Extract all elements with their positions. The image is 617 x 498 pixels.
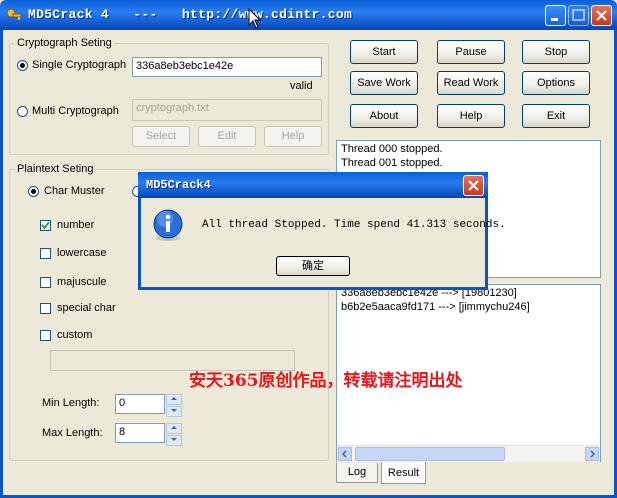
maximize-button[interactable]: [568, 5, 589, 26]
majuscule-checkbox[interactable]: [40, 277, 51, 288]
title-bar[interactable]: MD5Crack 4 --- http://www.cdintr.com: [0, 0, 617, 30]
tab-result[interactable]: Result: [381, 462, 426, 484]
ok-button-label: 确定: [302, 260, 324, 272]
valid-status: valid: [290, 80, 313, 92]
spin-down-icon[interactable]: [166, 435, 182, 446]
pause-button[interactable]: Pause: [437, 40, 505, 64]
cryptograph-group-label: Cryptograph Seting: [15, 37, 114, 49]
tab-log[interactable]: Log: [336, 463, 378, 483]
spin-up-icon[interactable]: [166, 394, 182, 405]
exit-button[interactable]: Exit: [522, 104, 590, 128]
ok-button[interactable]: 确定: [276, 256, 350, 276]
number-label[interactable]: number: [57, 219, 94, 231]
select-button[interactable]: Select: [132, 126, 190, 147]
info-icon: [151, 208, 185, 242]
single-cryptograph-radio[interactable]: [17, 60, 28, 71]
watermark-text: 安天365原创作品，转载请注明出处: [189, 371, 463, 391]
number-checkbox[interactable]: [40, 220, 51, 231]
options-button[interactable]: Options: [522, 71, 590, 95]
majuscule-label[interactable]: majuscule: [57, 276, 107, 288]
multi-cryptograph-file-input[interactable]: cryptograph.txt: [132, 99, 322, 121]
max-length-spinner[interactable]: [166, 423, 182, 446]
multi-cryptograph-label[interactable]: Multi Cryptograph: [32, 105, 119, 117]
dialog-title-bar[interactable]: MD5Crack4: [138, 172, 488, 198]
stop-button[interactable]: Stop: [522, 40, 590, 64]
special-char-label[interactable]: special char: [57, 302, 116, 314]
start-button[interactable]: Start: [350, 40, 418, 64]
horizontal-scrollbar[interactable]: [337, 445, 600, 462]
app-key-icon: [6, 7, 22, 23]
help-button[interactable]: Help: [437, 104, 505, 128]
spin-down-icon[interactable]: [166, 406, 182, 417]
single-cryptograph-label[interactable]: Single Cryptograph: [32, 59, 126, 71]
multi-cryptograph-radio[interactable]: [17, 106, 28, 117]
read-work-button[interactable]: Read Work: [437, 71, 505, 95]
char-muster-label[interactable]: Char Muster: [44, 185, 105, 197]
spin-up-icon[interactable]: [166, 423, 182, 434]
log-line: Thread 001 stopped.: [341, 157, 443, 169]
close-button[interactable]: [591, 5, 612, 26]
char-muster-radio[interactable]: [28, 186, 39, 197]
scroll-thumb[interactable]: [355, 447, 505, 461]
plaintext-group-label: Plaintext Seting: [15, 163, 96, 175]
dialog-message: All thread Stopped. Time spend 41.313 se…: [202, 219, 506, 231]
max-length-label: Max Length:: [42, 427, 103, 439]
window-title: MD5Crack 4 --- http://www.cdintr.com: [28, 7, 353, 22]
custom-label[interactable]: custom: [57, 329, 92, 341]
log-line: Thread 000 stopped.: [341, 143, 443, 155]
scroll-right-icon[interactable]: [585, 447, 599, 461]
save-work-button[interactable]: Save Work: [350, 71, 418, 95]
about-button[interactable]: About: [350, 104, 418, 128]
min-length-label: Min Length:: [42, 397, 100, 409]
min-length-input[interactable]: 0: [115, 394, 165, 414]
mouse-cursor-icon: [248, 7, 262, 30]
dialog-title: MD5Crack4: [146, 178, 211, 192]
minimize-button[interactable]: [545, 5, 566, 26]
special-char-checkbox[interactable]: [40, 303, 51, 314]
custom-checkbox[interactable]: [40, 330, 51, 341]
min-length-spinner[interactable]: [166, 394, 182, 417]
scroll-left-icon[interactable]: [338, 447, 352, 461]
crypto-help-button[interactable]: Help: [264, 126, 322, 147]
dialog-close-button[interactable]: [463, 175, 484, 196]
result-line: b6b2e5aaca9fd171 ---> [jimmychu246]: [341, 301, 530, 313]
lowercase-checkbox[interactable]: [40, 248, 51, 259]
edit-button[interactable]: Edit: [198, 126, 256, 147]
lowercase-label[interactable]: lowercase: [57, 247, 107, 259]
max-length-input[interactable]: 8: [115, 423, 165, 443]
single-cryptograph-input[interactable]: 336a8eb3ebc1e42e: [132, 57, 322, 77]
